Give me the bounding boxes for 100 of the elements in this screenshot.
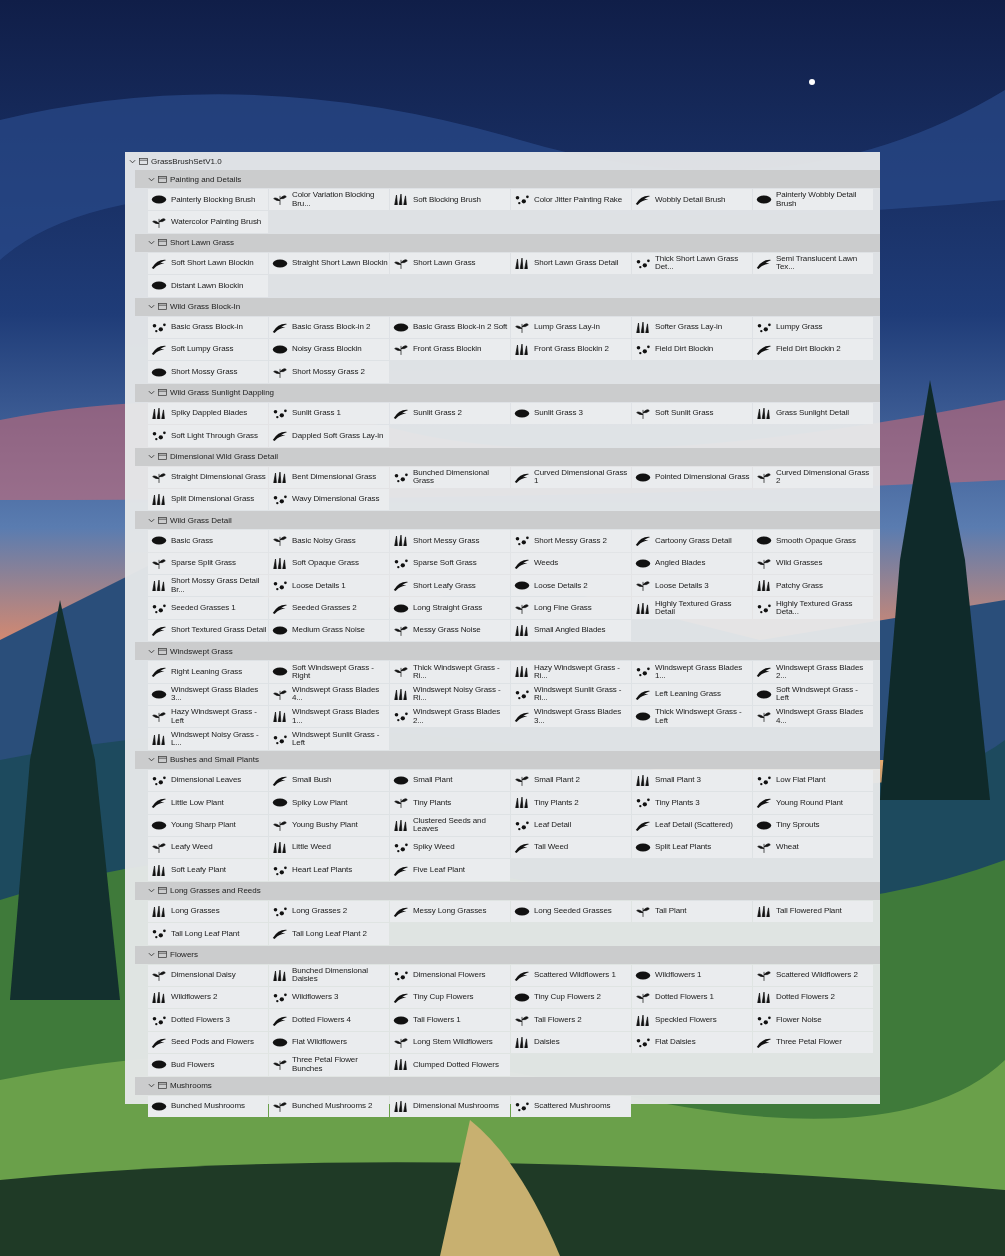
brush-preset[interactable]: Loose Details 2 xyxy=(511,575,631,597)
brush-group-header[interactable]: Dimensional Wild Grass Detail xyxy=(135,447,880,466)
brush-preset[interactable]: Bunched Dimensional Grass xyxy=(390,466,510,488)
brush-preset[interactable]: Small Plant 2 xyxy=(511,769,631,792)
brush-preset[interactable]: Sparse Soft Grass xyxy=(390,552,510,575)
brush-preset[interactable]: Hazy Windswept Grass - Ri... xyxy=(511,661,631,683)
brush-preset[interactable]: Short Lawn Grass xyxy=(390,252,510,275)
brush-preset[interactable]: Young Bushy Plant xyxy=(269,814,389,836)
brush-preset[interactable]: Watercolor Painting Brush xyxy=(148,211,268,233)
brush-preset[interactable]: Front Grass Blockin 2 xyxy=(511,338,631,361)
brush-preset[interactable]: Short Messy Grass xyxy=(390,530,510,552)
brush-preset[interactable]: Windswept Sunlit Grass - Left xyxy=(269,728,389,750)
brush-preset[interactable]: Tiny Plants xyxy=(390,792,510,814)
brush-preset[interactable]: Dimensional Mushrooms xyxy=(390,1095,510,1117)
brush-preset[interactable]: Soft Sunlit Grass xyxy=(632,402,752,425)
brush-preset[interactable]: Messy Grass Noise xyxy=(390,619,510,642)
brush-preset[interactable]: Tiny Plants 2 xyxy=(511,792,631,814)
brush-preset[interactable]: Noisy Grass Blockin xyxy=(269,338,389,361)
brush-preset[interactable]: Little Weed xyxy=(269,837,389,859)
brush-preset[interactable]: Dotted Flowers 3 xyxy=(148,1009,268,1031)
brush-preset[interactable]: Windswept Sunlit Grass - Ri... xyxy=(511,683,631,706)
brush-preset[interactable]: Flower Noise xyxy=(753,1009,873,1031)
brush-preset[interactable]: Wildflowers 1 xyxy=(632,964,752,986)
brush-group-header[interactable]: Flowers xyxy=(135,945,880,964)
brush-preset[interactable]: Clustered Seeds and Leaves xyxy=(390,814,510,836)
brush-preset[interactable]: Left Leaning Grass xyxy=(632,683,752,706)
brush-preset[interactable]: Windswept Grass Blades 2... xyxy=(390,706,510,728)
brush-preset[interactable]: Tiny Sprouts xyxy=(753,814,873,836)
brush-preset[interactable]: Short Textured Grass Detail xyxy=(148,619,268,642)
brush-preset[interactable]: Long Stem Wildflowers xyxy=(390,1031,510,1054)
brush-preset[interactable]: Highly Textured Grass Deta... xyxy=(753,597,873,619)
brush-preset[interactable]: Tiny Plants 3 xyxy=(632,792,752,814)
brush-preset[interactable]: Semi Translucent Lawn Tex... xyxy=(753,252,873,275)
brush-group-header[interactable]: Mushrooms xyxy=(135,1076,880,1095)
chevron-icon[interactable] xyxy=(148,647,155,655)
brush-preset[interactable]: Scattered Wildflowers 2 xyxy=(753,964,873,986)
brush-preset[interactable]: Tall Weed xyxy=(511,837,631,859)
brush-preset[interactable]: Soft Blocking Brush xyxy=(390,189,510,211)
brush-preset[interactable]: Wheat xyxy=(753,837,873,859)
brush-preset[interactable]: Flat Daisies xyxy=(632,1031,752,1054)
brush-set-header[interactable]: GrassBrushSetV1.0 xyxy=(125,152,880,170)
brush-preset[interactable]: Curved Dimensional Grass 2 xyxy=(753,466,873,488)
brush-preset[interactable]: Soft Short Lawn Blockin xyxy=(148,252,268,275)
brush-preset[interactable]: Short Mossy Grass Detail Br... xyxy=(148,575,268,597)
brush-preset[interactable]: Sparse Split Grass xyxy=(148,552,268,575)
brush-preset[interactable]: Young Round Plant xyxy=(753,792,873,814)
brush-preset[interactable]: Windswept Grass Blades 3... xyxy=(148,683,268,706)
brush-preset[interactable]: Tiny Cup Flowers xyxy=(390,986,510,1009)
brush-preset[interactable]: Field Dirt Blockin 2 xyxy=(753,338,873,361)
brush-preset[interactable]: Tiny Cup Flowers 2 xyxy=(511,986,631,1009)
brush-preset[interactable]: Tall Flowers 1 xyxy=(390,1009,510,1031)
brush-preset[interactable]: Seeded Grasses 2 xyxy=(269,597,389,619)
brush-preset[interactable]: Windswept Noisy Grass - L... xyxy=(148,728,268,750)
brush-preset[interactable]: Weeds xyxy=(511,552,631,575)
brush-preset[interactable]: Windswept Grass Blades 4... xyxy=(269,683,389,706)
brush-preset[interactable]: Dotted Flowers 2 xyxy=(753,986,873,1009)
brush-preset[interactable]: Bent Dimensional Grass xyxy=(269,466,389,488)
brush-preset[interactable]: Leaf Detail (Scattered) xyxy=(632,814,752,836)
brush-preset[interactable]: Short Mossy Grass xyxy=(148,361,268,383)
brush-preset[interactable]: Bunched Mushrooms 2 xyxy=(269,1095,389,1117)
brush-preset[interactable]: Small Angled Blades xyxy=(511,619,631,642)
brush-preset[interactable]: Front Grass Blockin xyxy=(390,338,510,361)
brush-preset[interactable]: Thick Windswept Grass - Left xyxy=(632,706,752,728)
brush-preset[interactable]: Spiky Dappled Blades xyxy=(148,402,268,425)
brush-preset[interactable]: Tall Flowered Plant xyxy=(753,900,873,923)
brush-preset[interactable]: Little Low Plant xyxy=(148,792,268,814)
brush-preset[interactable]: Clumped Dotted Flowers xyxy=(390,1054,510,1076)
chevron-icon[interactable] xyxy=(148,1082,155,1089)
brush-preset[interactable]: Small Plant 3 xyxy=(632,769,752,792)
brush-preset[interactable]: Dotted Flowers 1 xyxy=(632,986,752,1009)
brush-preset[interactable]: Painterly Blocking Brush xyxy=(148,189,268,211)
brush-preset[interactable]: Dotted Flowers 4 xyxy=(269,1009,389,1031)
brush-preset[interactable]: Split Leaf Plants xyxy=(632,837,752,859)
brush-preset[interactable]: Long Straight Grass xyxy=(390,597,510,619)
brush-preset[interactable]: Three Petal Flower Bunches xyxy=(269,1054,389,1076)
brush-preset[interactable]: Windswept Noisy Grass - Ri... xyxy=(390,683,510,706)
brush-preset[interactable]: Low Flat Plant xyxy=(753,769,873,792)
brush-preset[interactable]: Lump Grass Lay-in xyxy=(511,316,631,338)
brush-preset[interactable]: Sunlit Grass 1 xyxy=(269,402,389,425)
chevron-icon[interactable] xyxy=(148,756,155,764)
chevron-icon[interactable] xyxy=(148,951,155,959)
chevron-icon[interactable] xyxy=(148,453,155,460)
brush-preset[interactable]: Basic Grass Block-in 2 xyxy=(269,316,389,338)
brush-preset[interactable]: Dimensional Leaves xyxy=(148,769,268,792)
brush-preset[interactable]: Small Plant xyxy=(390,769,510,792)
brush-group-header[interactable]: Painting and Details xyxy=(135,170,880,188)
brush-preset[interactable]: Patchy Grass xyxy=(753,575,873,597)
brush-preset[interactable]: Scattered Mushrooms xyxy=(511,1095,631,1117)
brush-preset[interactable]: Wildflowers 2 xyxy=(148,986,268,1009)
brush-preset[interactable]: Short Messy Grass 2 xyxy=(511,530,631,552)
brush-group-header[interactable]: Wild Grass Detail xyxy=(135,511,880,530)
brush-preset[interactable]: Long Fine Grass xyxy=(511,597,631,619)
brush-preset[interactable]: Pointed Dimensional Grass xyxy=(632,466,752,488)
brush-preset[interactable]: Wobbly Detail Brush xyxy=(632,189,752,211)
brush-preset[interactable]: Seeded Grasses 1 xyxy=(148,597,268,619)
brush-preset[interactable]: Wavy Dimensional Grass xyxy=(269,488,389,511)
brush-preset[interactable]: Bunched Mushrooms xyxy=(148,1095,268,1117)
brush-preset[interactable]: Loose Details 1 xyxy=(269,575,389,597)
brush-preset[interactable]: Wild Grasses xyxy=(753,552,873,575)
brush-preset[interactable]: Dimensional Daisy xyxy=(148,964,268,986)
